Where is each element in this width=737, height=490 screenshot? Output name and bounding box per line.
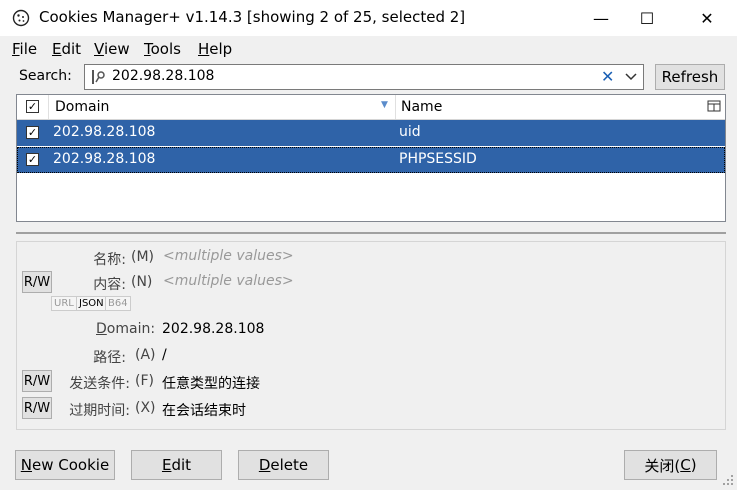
row-domain: 202.98.28.108 — [53, 124, 156, 140]
content-label: 内容: — [93, 277, 126, 293]
splitter[interactable] — [16, 232, 726, 234]
row-name: PHPSESSID — [399, 151, 477, 167]
name-field[interactable]: <multiple values> — [163, 248, 294, 264]
content-rw-button[interactable]: R/W — [22, 271, 52, 293]
search-value: 202.98.28.108 — [112, 68, 215, 84]
expires-rw-button[interactable]: R/W — [22, 397, 52, 419]
select-all-checkbox[interactable]: ✓ — [26, 100, 39, 113]
menu-tools-label: ools — [150, 40, 181, 58]
content-field[interactable]: <multiple values> — [163, 273, 294, 289]
menu-file-access-key: F — [12, 40, 20, 58]
menu-help-access-key: H — [198, 40, 210, 58]
send-rw-button[interactable]: R/W — [22, 370, 52, 392]
send-for-value[interactable]: 任意类型的连接 — [162, 373, 260, 393]
clear-search-icon[interactable]: ✕ — [601, 67, 614, 86]
path-label: 路径: — [93, 350, 126, 366]
search-label: Search: — [19, 68, 72, 84]
cookie-list[interactable]: ✓ Domain ▼ Name ✓ 202.98.28.108 uid ✓ 20… — [16, 94, 726, 222]
send-for-label: 发送条件: — [69, 376, 130, 392]
delete-button[interactable]: Delete — [238, 450, 329, 480]
header-separator — [48, 95, 49, 119]
sort-descending-icon: ▼ — [381, 100, 388, 110]
menu-help[interactable]: Help — [198, 40, 232, 58]
edit-button[interactable]: Edit — [131, 450, 222, 480]
search-input[interactable]: 202.98.28.108 ✕ — [84, 64, 644, 90]
menu-edit[interactable]: Edit — [52, 40, 81, 58]
close-button[interactable]: 关闭(C) — [624, 450, 717, 480]
row-checkbox[interactable]: ✓ — [26, 153, 39, 166]
close-label-end: ) — [690, 456, 697, 474]
menu-help-label: elp — [209, 40, 233, 58]
name-label: 名称: — [93, 252, 126, 268]
close-window-button[interactable]: ✕ — [684, 0, 730, 36]
menu-file-label: ile — [19, 40, 38, 58]
search-options-icon[interactable] — [89, 68, 107, 86]
table-row[interactable]: ✓ 202.98.28.108 uid — [17, 120, 725, 146]
column-header-name[interactable]: Name — [401, 99, 442, 115]
menu-file[interactable]: File — [12, 40, 37, 58]
domain-value[interactable]: 202.98.28.108 — [162, 321, 264, 337]
refresh-button[interactable]: Refresh — [655, 64, 725, 90]
format-b64-tab[interactable]: B64 — [105, 296, 131, 311]
expires-access-key: (X) — [135, 400, 156, 416]
list-header: ✓ Domain ▼ Name — [17, 95, 725, 120]
table-row[interactable]: ✓ 202.98.28.108 PHPSESSID — [17, 147, 725, 173]
new-cookie-access-key: N — [20, 456, 33, 474]
column-header-domain[interactable]: Domain — [55, 99, 109, 115]
format-json-tab[interactable]: JSON — [76, 296, 107, 311]
domain-access-key: D — [96, 321, 107, 337]
new-cookie-label: ew Cookie — [32, 456, 110, 474]
expires-label: 过期时间: — [69, 403, 130, 419]
maximize-button[interactable]: ☐ — [624, 0, 670, 36]
domain-label-text: omain: — [106, 321, 156, 337]
minimize-button[interactable]: — — [578, 0, 624, 36]
edit-access-key: E — [161, 456, 172, 474]
search-history-dropdown-icon[interactable] — [624, 67, 638, 89]
close-label: 关闭( — [644, 456, 681, 475]
row-checkbox[interactable]: ✓ — [26, 126, 39, 139]
row-name: uid — [399, 124, 421, 140]
menu-view[interactable]: View — [94, 40, 130, 58]
cookie-icon — [12, 9, 30, 27]
domain-label: Domain: — [96, 321, 155, 337]
content-access-key: (N) — [131, 274, 153, 290]
expires-value[interactable]: 在会话结束时 — [162, 400, 246, 420]
menu-view-access-key: V — [94, 40, 104, 58]
path-value[interactable]: / — [162, 347, 167, 363]
resize-grip-icon[interactable] — [722, 474, 734, 486]
menu-view-label: iew — [103, 40, 130, 58]
title-bar: Cookies Manager+ v1.14.3 [showing 2 of 2… — [0, 0, 737, 36]
menu-edit-label: dit — [61, 40, 82, 58]
format-url-tab[interactable]: URL — [51, 296, 77, 311]
menu-tools[interactable]: Tools — [144, 40, 181, 58]
path-access-key: (A) — [135, 347, 156, 363]
delete-access-key: D — [258, 456, 271, 474]
edit-label: dit — [171, 456, 192, 474]
column-picker-icon[interactable] — [707, 99, 721, 117]
header-separator — [395, 95, 396, 119]
name-access-key: (M) — [131, 249, 155, 265]
delete-label: elete — [270, 456, 309, 474]
new-cookie-button[interactable]: New Cookie — [15, 450, 115, 480]
window-title: Cookies Manager+ v1.14.3 [showing 2 of 2… — [39, 8, 466, 26]
send-for-access-key: (F) — [135, 373, 154, 389]
row-domain: 202.98.28.108 — [53, 151, 156, 167]
menu-tools-access-key: T — [144, 40, 151, 58]
close-access-key: C — [680, 456, 691, 474]
